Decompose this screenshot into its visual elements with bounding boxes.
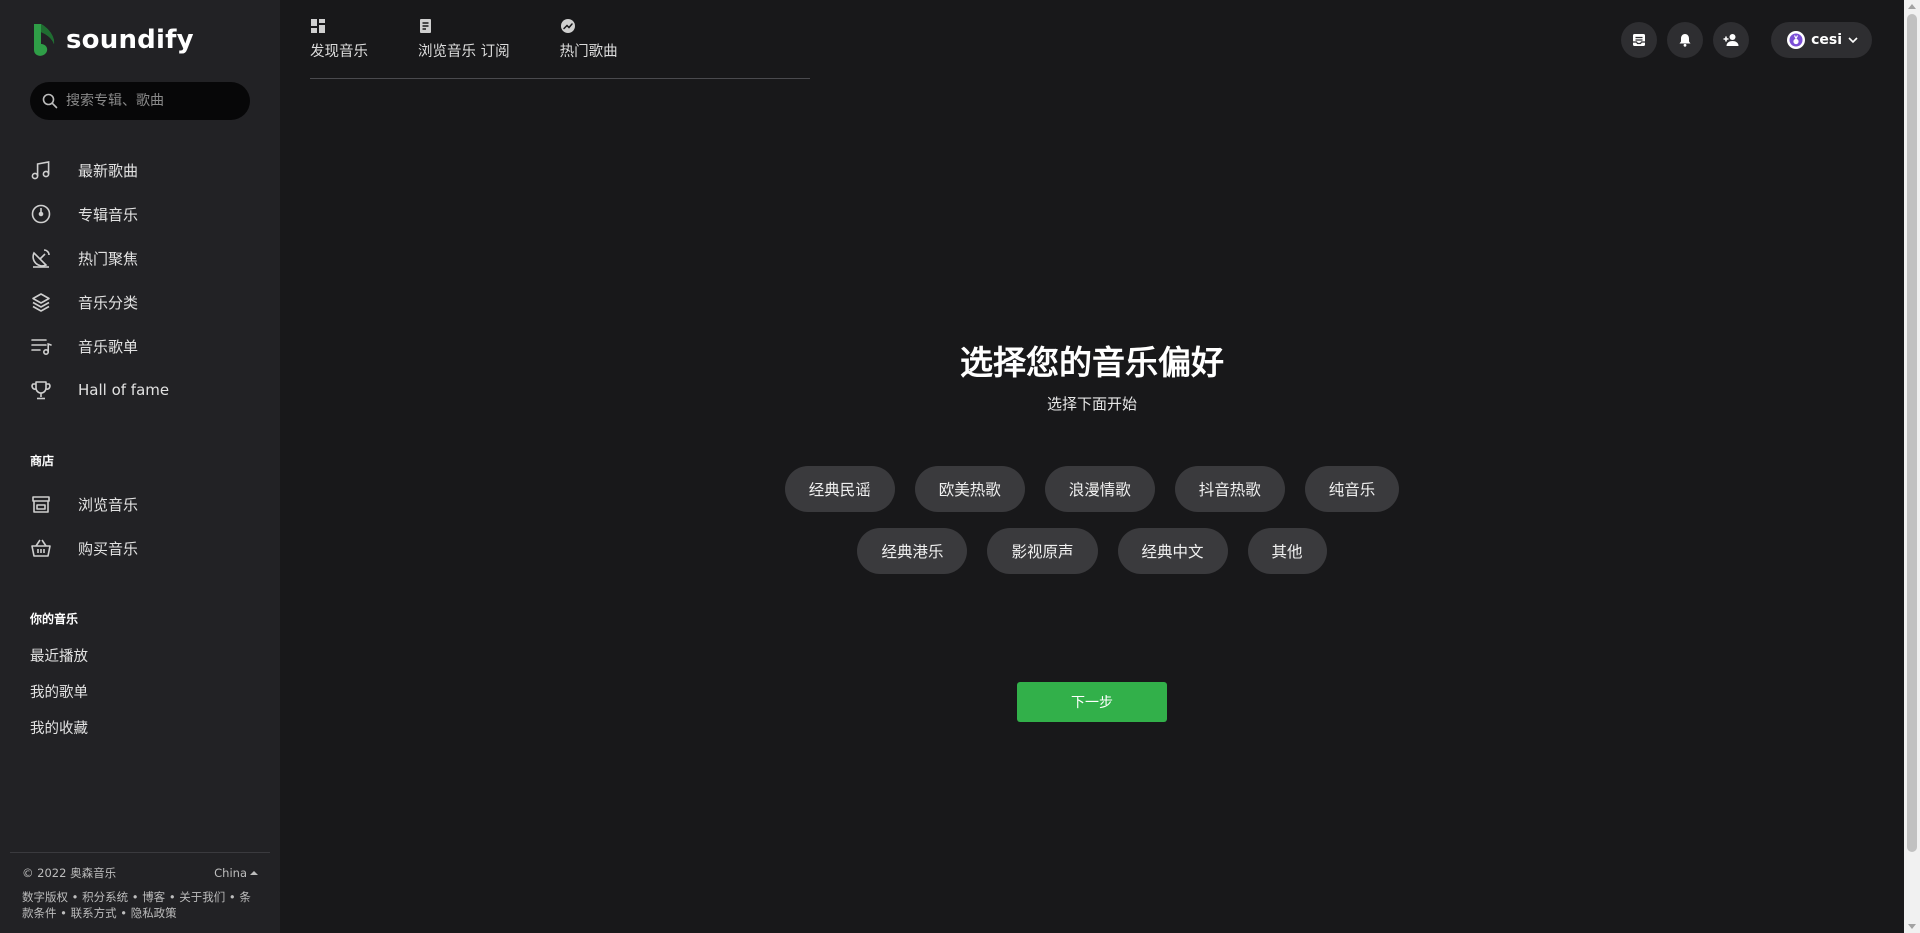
genre-chip[interactable]: 抖音热歌 bbox=[1174, 466, 1285, 512]
sidebar-item-albums[interactable]: 专辑音乐 bbox=[0, 192, 280, 236]
sidebar-item-categories[interactable]: 音乐分类 bbox=[0, 280, 280, 324]
sidebar-link-my-playlists[interactable]: 我的歌单 bbox=[30, 681, 88, 717]
tabs-divider bbox=[310, 78, 810, 79]
genre-chips: 经典民谣 欧美热歌 浪漫情歌 抖音热歌 纯音乐 经典港乐 影视原声 经典中文 其… bbox=[780, 466, 1404, 574]
top-tabs: 发现音乐 浏览音乐 订阅 热门歌曲 bbox=[310, 18, 668, 61]
sidebar-link-my-favorites[interactable]: 我的收藏 bbox=[30, 717, 88, 753]
chevron-down-icon bbox=[1848, 36, 1858, 44]
sidebar-item-browse-music[interactable]: 浏览音乐 bbox=[0, 482, 280, 526]
sidebar-item-label: 最新歌曲 bbox=[78, 161, 139, 180]
your-music-section-title: 你的音乐 bbox=[30, 612, 79, 626]
tab-label: 热门歌曲 bbox=[559, 44, 618, 60]
bell-icon bbox=[1678, 33, 1692, 47]
next-step-button[interactable]: 下一步 bbox=[1017, 682, 1167, 722]
logo[interactable]: soundify bbox=[30, 20, 194, 60]
user-name: cesi bbox=[1811, 32, 1842, 48]
inbox-button[interactable] bbox=[1621, 22, 1658, 58]
genre-chip[interactable]: 纯音乐 bbox=[1304, 466, 1400, 512]
sidebar-item-buy-music[interactable]: 购买音乐 bbox=[0, 526, 280, 570]
scroll-up-arrow-icon[interactable] bbox=[1908, 4, 1916, 9]
sidebar-item-label: 热门聚焦 bbox=[78, 249, 139, 268]
music-note-icon bbox=[30, 159, 52, 181]
main-nav: 最新歌曲 专辑音乐 热门聚焦 音乐分类 音乐歌单 Hall of fame bbox=[0, 148, 280, 412]
genre-chip[interactable]: 欧美热歌 bbox=[914, 466, 1025, 512]
document-icon bbox=[418, 18, 434, 34]
sidebar-item-hall-of-fame[interactable]: Hall of fame bbox=[0, 368, 280, 412]
search-input[interactable] bbox=[66, 93, 226, 109]
layers-icon bbox=[30, 291, 52, 313]
genre-chip[interactable]: 其他 bbox=[1247, 528, 1327, 574]
search-box[interactable] bbox=[30, 82, 250, 120]
sidebar-item-label: 音乐歌单 bbox=[78, 337, 139, 356]
sidebar-footer: © 2022 奥森音乐 China 数字版权 • 积分系统 • 博客 • 关于我… bbox=[10, 852, 270, 921]
sidebar-item-label: 专辑音乐 bbox=[78, 205, 139, 224]
sidebar-item-playlists[interactable]: 音乐歌单 bbox=[0, 324, 280, 368]
brand-name: soundify bbox=[66, 25, 194, 55]
page-scrollbar[interactable] bbox=[1904, 0, 1920, 933]
sidebar-item-label: 购买音乐 bbox=[78, 539, 139, 558]
search-icon bbox=[42, 93, 58, 109]
store-icon bbox=[30, 493, 52, 515]
inbox-icon bbox=[1632, 33, 1646, 47]
genre-chip[interactable]: 经典中文 bbox=[1117, 528, 1228, 574]
shop-section-title: 商店 bbox=[30, 454, 55, 468]
soundify-logo-icon bbox=[30, 20, 58, 60]
genre-chip[interactable]: 经典港乐 bbox=[857, 528, 968, 574]
user-menu[interactable]: cesi bbox=[1771, 22, 1872, 58]
sidebar: soundify 最新歌曲 专 bbox=[0, 0, 280, 933]
scrollbar-thumb[interactable] bbox=[1907, 14, 1917, 852]
region-label: China bbox=[214, 866, 247, 880]
sidebar-item-latest-songs[interactable]: 最新歌曲 bbox=[0, 148, 280, 192]
scroll-down-arrow-icon[interactable] bbox=[1908, 924, 1916, 929]
region-selector[interactable]: China bbox=[214, 865, 258, 881]
playlist-icon bbox=[30, 335, 52, 357]
sidebar-item-label: 音乐分类 bbox=[78, 293, 139, 312]
genre-chip[interactable]: 影视原声 bbox=[987, 528, 1098, 574]
copyright-text: © 2022 奥森音乐 bbox=[22, 866, 117, 880]
sidebar-item-label: Hall of fame bbox=[78, 381, 170, 399]
page-subtitle: 选择下面开始 bbox=[1046, 395, 1137, 413]
tab-browse-subscribe[interactable]: 浏览音乐 订阅 bbox=[418, 18, 510, 61]
avatar bbox=[1787, 31, 1806, 49]
your-music-list: 最近播放 我的歌单 我的收藏 bbox=[30, 645, 88, 753]
page-title: 选择您的音乐偏好 bbox=[960, 343, 1224, 382]
sidebar-link-recently-played[interactable]: 最近播放 bbox=[30, 645, 88, 681]
genre-chip[interactable]: 浪漫情歌 bbox=[1044, 466, 1155, 512]
dashboard-icon bbox=[310, 18, 326, 34]
satellite-dish-icon bbox=[30, 247, 52, 269]
shop-nav: 浏览音乐 购买音乐 bbox=[0, 482, 280, 570]
caret-up-icon bbox=[250, 870, 258, 876]
sidebar-item-hot-focus[interactable]: 热门聚焦 bbox=[0, 236, 280, 280]
trending-icon bbox=[560, 18, 576, 34]
disc-icon bbox=[30, 203, 52, 225]
basket-icon bbox=[30, 537, 52, 559]
notifications-button[interactable] bbox=[1667, 22, 1704, 58]
footer-links[interactable]: 数字版权 • 积分系统 • 博客 • 关于我们 • 条款条件 • 联系方式 • … bbox=[22, 889, 258, 921]
add-friend-button[interactable] bbox=[1713, 22, 1750, 58]
genre-chip[interactable]: 经典民谣 bbox=[784, 466, 895, 512]
tab-hot-songs[interactable]: 热门歌曲 bbox=[560, 18, 618, 61]
header-actions: cesi bbox=[1621, 22, 1872, 58]
sidebar-item-label: 浏览音乐 bbox=[78, 495, 139, 514]
tab-discover-music[interactable]: 发现音乐 bbox=[310, 18, 368, 61]
trophy-icon bbox=[30, 379, 52, 401]
tab-label: 浏览音乐 订阅 bbox=[418, 44, 510, 60]
add-user-icon bbox=[1723, 33, 1739, 47]
tab-label: 发现音乐 bbox=[310, 44, 368, 60]
